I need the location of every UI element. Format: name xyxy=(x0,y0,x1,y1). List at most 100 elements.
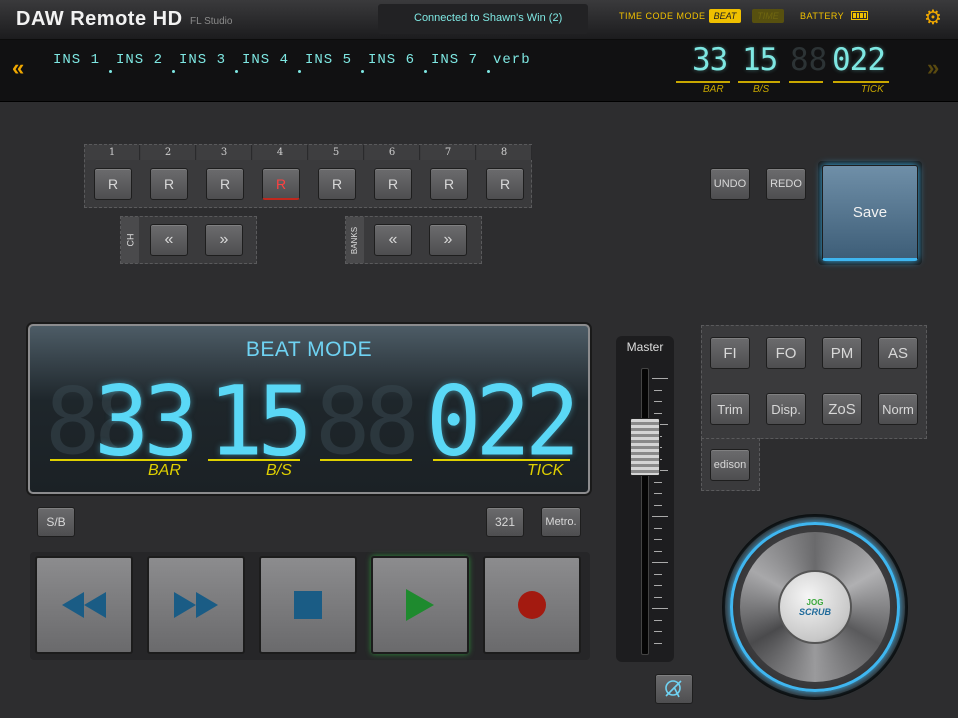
no-tap-icon xyxy=(665,680,682,698)
rec-arm-button-2[interactable]: R xyxy=(150,168,188,200)
rec-arm-button-4[interactable]: R xyxy=(262,168,300,200)
function-button-as[interactable]: AS xyxy=(878,337,918,369)
connection-status[interactable]: Connected to Shawn's Win (2) xyxy=(414,12,562,24)
mini-bs-underline xyxy=(738,81,780,83)
function-button-fi[interactable]: FI xyxy=(710,337,750,369)
time-code-time-toggle[interactable]: TIME xyxy=(752,9,784,23)
big-counter-display: BEAT MODE 88 88 33 15 022 BAR B/S TICK xyxy=(28,324,590,494)
fader-tick xyxy=(654,631,662,632)
play-icon xyxy=(406,589,434,621)
mini-counter-tick: 022 xyxy=(832,42,886,78)
channel-name-8[interactable]: verb xyxy=(493,52,531,68)
fader-tick xyxy=(654,585,662,586)
strip-right-arrow-icon[interactable]: » xyxy=(927,55,940,81)
big-bar-underline xyxy=(50,459,187,461)
scrub-label: SCRUB xyxy=(798,606,831,617)
save-button[interactable]: Save xyxy=(822,165,918,261)
track-number-1: 1 xyxy=(85,145,140,160)
ch-label: CH xyxy=(125,233,135,247)
edison-button[interactable]: edison xyxy=(710,449,750,481)
big-tick-label: TICK xyxy=(527,462,564,479)
play-button[interactable] xyxy=(371,556,469,654)
app-subtitle: FL Studio xyxy=(190,16,233,27)
track-number-4: 4 xyxy=(253,145,308,160)
counter-ghost: 88 xyxy=(790,42,828,78)
function-button-norm[interactable]: Norm xyxy=(878,393,918,425)
big-gap-underline xyxy=(320,459,412,461)
track-number-8: 8 xyxy=(477,145,532,160)
rec-arm-button-6[interactable]: R xyxy=(374,168,412,200)
ch-prev-button[interactable]: « xyxy=(150,224,188,256)
fader-tick xyxy=(654,596,662,598)
master-fader-track[interactable] xyxy=(641,368,649,655)
rewind-button[interactable] xyxy=(35,556,133,654)
fader-tick xyxy=(654,539,662,540)
rec-arm-button-5[interactable]: R xyxy=(318,168,356,200)
channel-dot-3 xyxy=(235,70,238,73)
channel-name-5[interactable]: INS 5 xyxy=(305,52,352,68)
channel-dot-7 xyxy=(487,70,490,73)
time-code-beat-toggle[interactable]: BEAT xyxy=(709,9,741,23)
fader-tick xyxy=(652,378,668,379)
function-button-disp[interactable]: Disp. xyxy=(766,393,806,425)
fader-tick xyxy=(654,573,662,575)
big-bar-label: BAR xyxy=(148,462,181,479)
function-button-pm[interactable]: PM xyxy=(822,337,862,369)
mini-counter-bar: 33 xyxy=(692,42,728,78)
function-button-fo[interactable]: FO xyxy=(766,337,806,369)
redo-button[interactable]: REDO xyxy=(766,168,806,200)
strip-left-arrow-icon[interactable]: « xyxy=(12,55,25,81)
channel-dot-1 xyxy=(109,70,112,73)
rewind-icon xyxy=(62,592,106,618)
record-button[interactable] xyxy=(483,556,581,654)
stop-button[interactable] xyxy=(259,556,357,654)
battery-label: BATTERY xyxy=(800,11,845,21)
jog-scrub-button[interactable]: JOG SCRUB xyxy=(778,570,852,644)
no-tap-button[interactable] xyxy=(655,674,693,704)
battery-icon xyxy=(851,11,868,20)
fader-tick xyxy=(652,562,668,563)
master-fader-handle[interactable] xyxy=(630,418,660,477)
rec-arm-button-7[interactable]: R xyxy=(430,168,468,200)
big-bs-label: B/S xyxy=(266,462,292,479)
track-number-5: 5 xyxy=(309,145,364,160)
banks-next-button[interactable]: » xyxy=(429,224,467,256)
rec-arm-button-3[interactable]: R xyxy=(206,168,244,200)
channel-name-4[interactable]: INS 4 xyxy=(242,52,289,68)
sb-button[interactable]: S/B xyxy=(37,507,75,537)
banks-label-tab: BANKS xyxy=(346,217,364,263)
function-button-trim[interactable]: Trim xyxy=(710,393,750,425)
banks-prev-button[interactable]: « xyxy=(374,224,412,256)
channel-name-7[interactable]: INS 7 xyxy=(431,52,478,68)
fader-tick xyxy=(654,401,662,402)
gear-icon[interactable]: ⚙ xyxy=(922,7,944,29)
fader-tick xyxy=(654,504,662,506)
ch-label-tab: CH xyxy=(121,217,139,263)
track-number-6: 6 xyxy=(365,145,420,160)
fader-tick xyxy=(654,619,662,621)
rec-arm-button-1[interactable]: R xyxy=(94,168,132,200)
track-number-2: 2 xyxy=(141,145,196,160)
channel-name-1[interactable]: INS 1 xyxy=(53,52,100,68)
function-button-zos[interactable]: ZoS xyxy=(822,393,862,425)
count-in-button[interactable]: 321 xyxy=(486,507,524,537)
mini-bar-underline xyxy=(676,81,730,83)
big-tick-underline xyxy=(433,459,570,461)
big-bs-underline xyxy=(208,459,300,461)
rec-arm-button-8[interactable]: R xyxy=(486,168,524,200)
channel-name-2[interactable]: INS 2 xyxy=(116,52,163,68)
fader-tick xyxy=(654,481,662,483)
ch-next-button[interactable]: » xyxy=(205,224,243,256)
mini-gap-underline xyxy=(789,81,823,83)
fader-tick xyxy=(652,608,668,609)
channel-dot-6 xyxy=(424,70,427,73)
channel-name-6[interactable]: INS 6 xyxy=(368,52,415,68)
metronome-button[interactable]: Metro. xyxy=(541,507,581,537)
record-icon xyxy=(518,591,546,619)
fast-forward-button[interactable] xyxy=(147,556,245,654)
fader-tick xyxy=(654,412,662,414)
channel-dot-4 xyxy=(298,70,301,73)
fader-tick xyxy=(654,389,662,391)
undo-button[interactable]: UNDO xyxy=(710,168,750,200)
channel-name-3[interactable]: INS 3 xyxy=(179,52,226,68)
